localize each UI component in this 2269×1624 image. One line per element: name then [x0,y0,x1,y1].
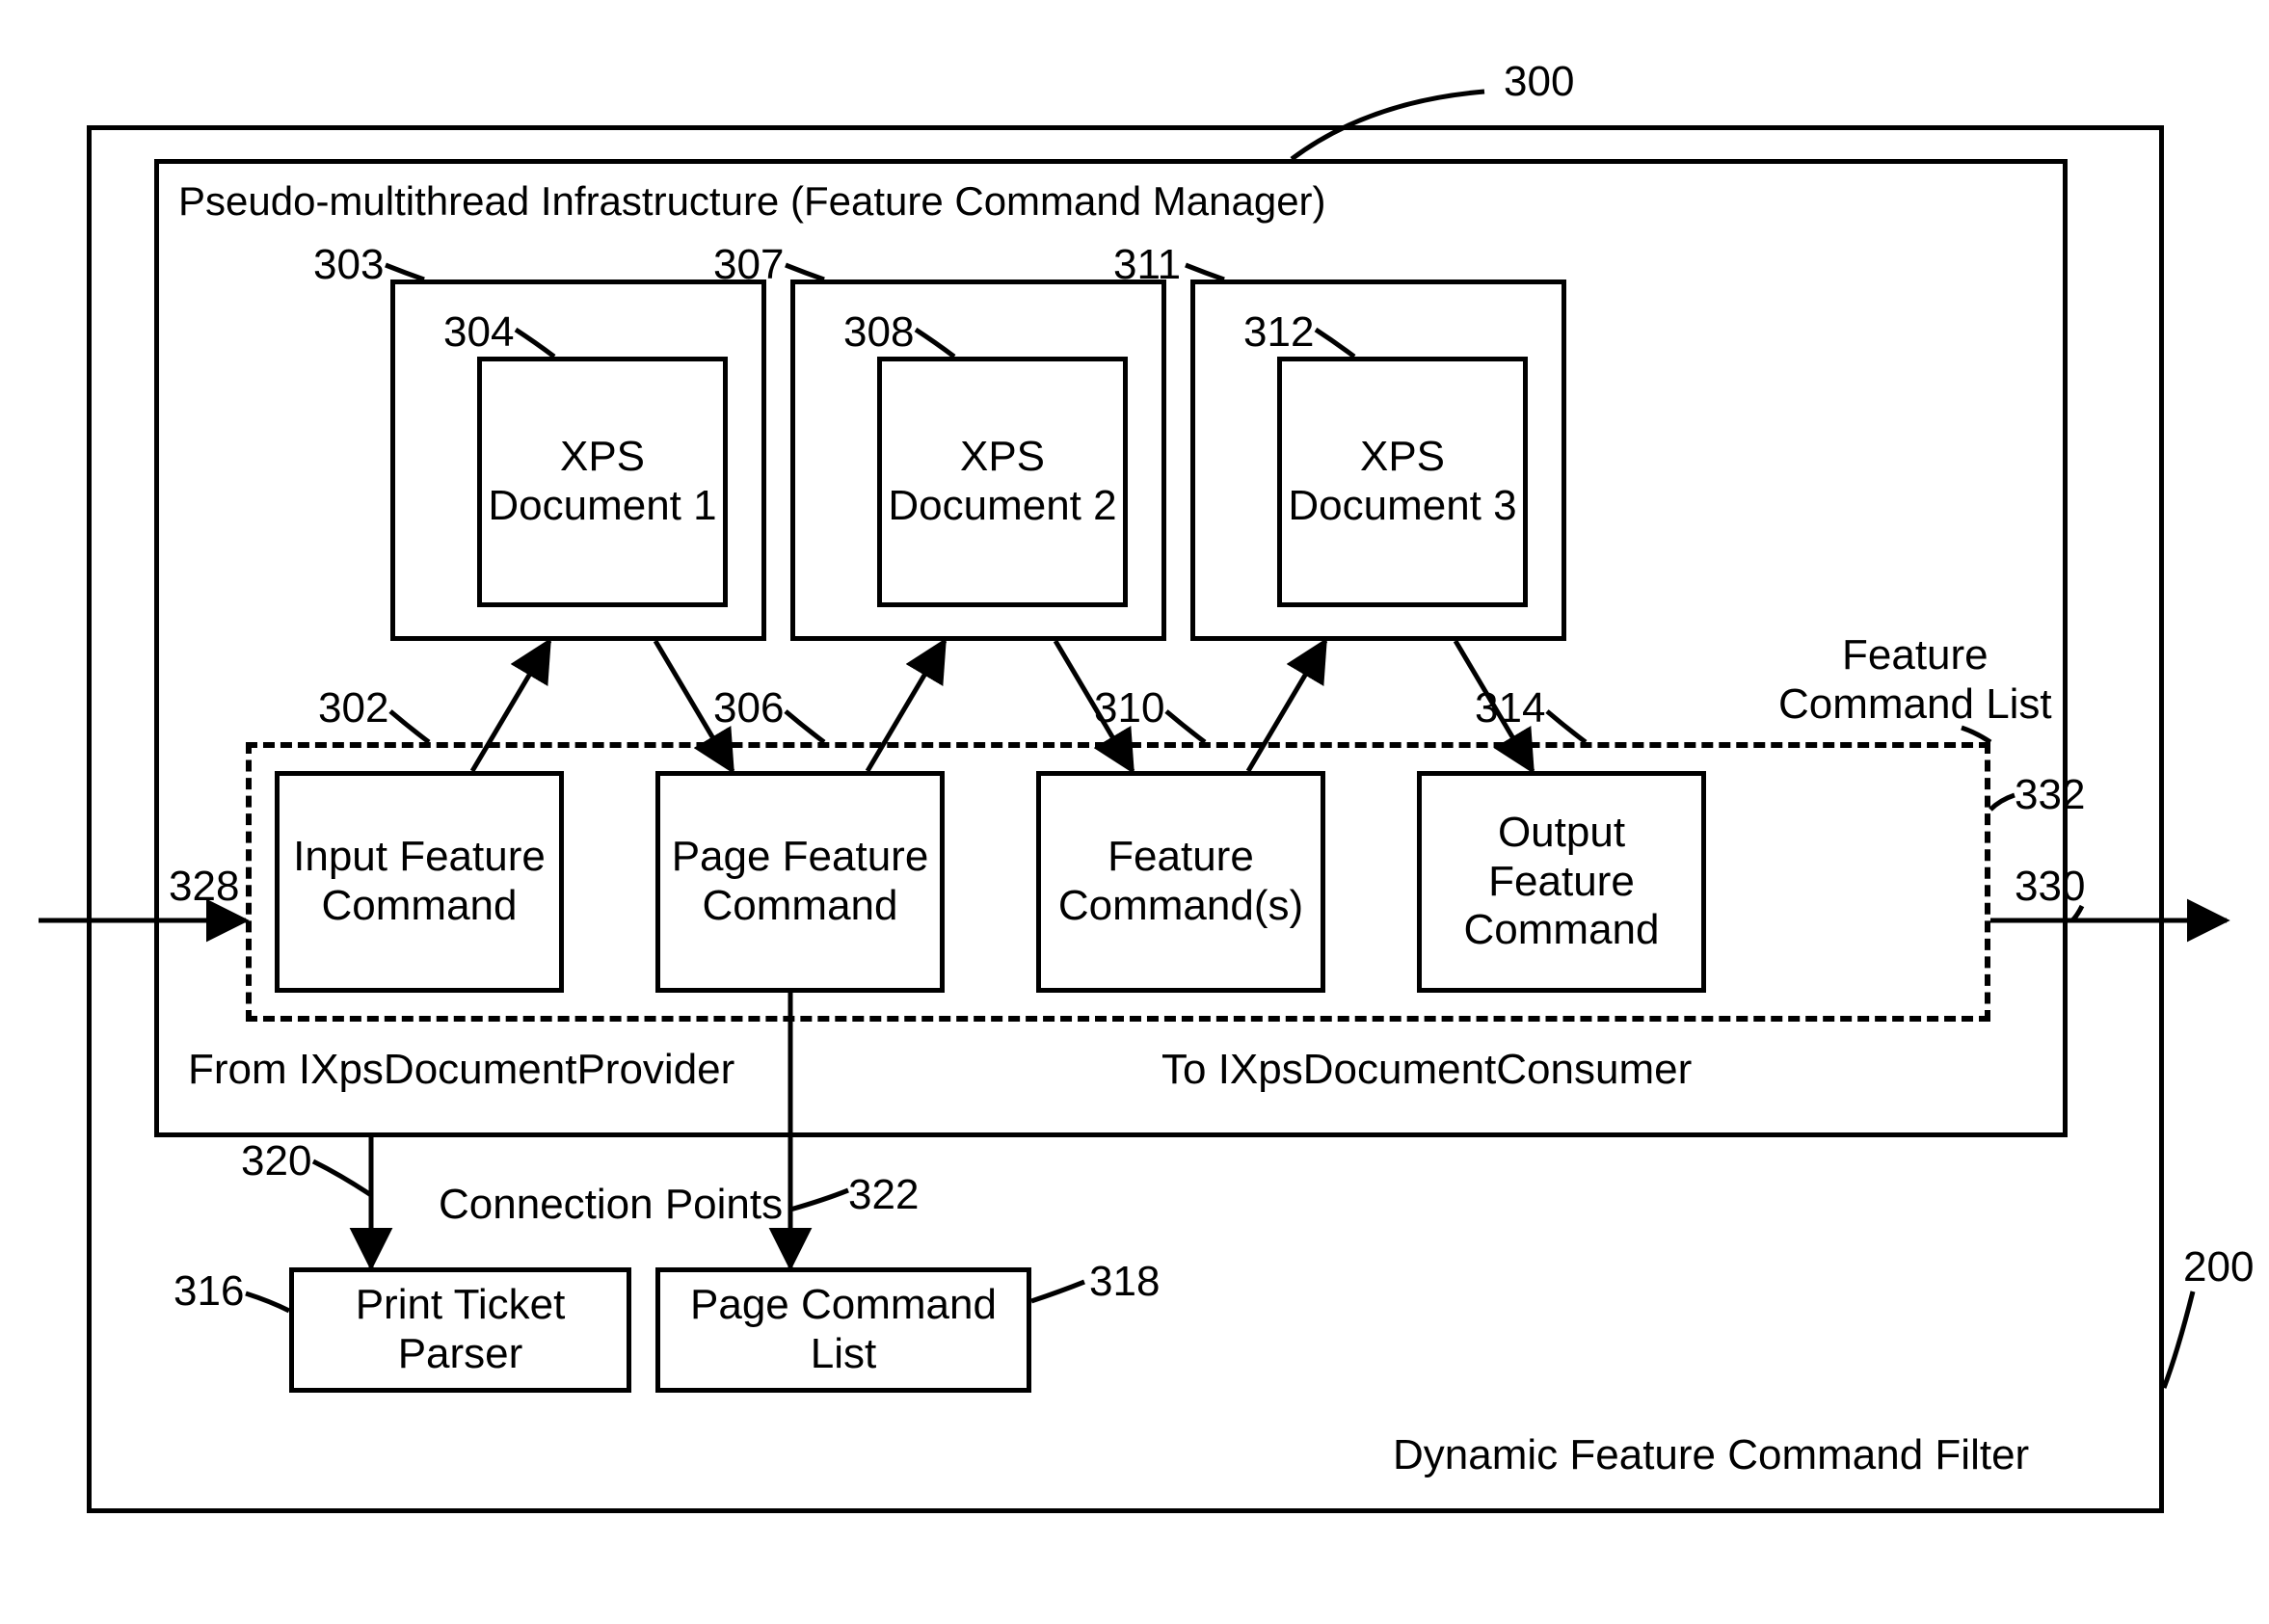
ref-316: 316 [174,1267,244,1317]
feature-commands: Feature Command(s) [1036,771,1325,993]
to-consumer-label: To IXpsDocumentConsumer [1161,1046,1692,1095]
ref-302: 302 [318,684,388,733]
page-command-list: Page Command List [655,1267,1031,1393]
ref-300: 300 [1504,58,1574,107]
ref-200: 200 [2183,1243,2254,1292]
ref-306: 306 [713,684,784,733]
feature-commands-label: Feature Command(s) [1041,776,1321,988]
doc2-inner: XPS Document 2 [877,357,1128,607]
output-feature-command-label: Output Feature Command [1422,776,1701,988]
ref-328: 328 [169,863,239,912]
ref-310: 310 [1094,684,1164,733]
manager-title: Pseudo-multithread Infrastructure (Featu… [178,178,1326,225]
ref-320: 320 [241,1137,311,1186]
ref-332: 332 [2015,771,2085,820]
diagram-stage: Pseudo-multithread Infrastructure (Featu… [0,0,2269,1624]
feature-command-list-label: Feature Command List [1778,631,2052,729]
from-provider-label: From IXpsDocumentProvider [188,1046,734,1095]
ref-314: 314 [1475,684,1545,733]
ref-318: 318 [1089,1258,1160,1307]
input-feature-command: Input Feature Command [275,771,564,993]
ref-311: 311 [1113,241,1181,290]
page-command-list-label: Page Command List [660,1272,1027,1388]
page-feature-command-label: Page Feature Command [660,776,940,988]
connection-points-label: Connection Points [439,1181,783,1230]
ref-304: 304 [443,308,514,358]
ref-303: 303 [313,241,384,290]
print-ticket-parser: Print Ticket Parser [289,1267,631,1393]
ref-307: 307 [713,241,784,290]
ref-312: 312 [1243,308,1314,358]
outer-title: Dynamic Feature Command Filter [1393,1431,2029,1480]
output-feature-command: Output Feature Command [1417,771,1706,993]
input-feature-command-label: Input Feature Command [280,776,559,988]
print-ticket-parser-label: Print Ticket Parser [294,1272,627,1388]
ref-322: 322 [848,1171,919,1220]
ref-330: 330 [2015,863,2085,912]
page-feature-command: Page Feature Command [655,771,945,993]
ref-308: 308 [843,308,914,358]
doc3-label: XPS Document 3 [1282,361,1523,602]
doc3-inner: XPS Document 3 [1277,357,1528,607]
doc1-inner: XPS Document 1 [477,357,728,607]
doc1-label: XPS Document 1 [482,361,723,602]
doc2-label: XPS Document 2 [882,361,1123,602]
